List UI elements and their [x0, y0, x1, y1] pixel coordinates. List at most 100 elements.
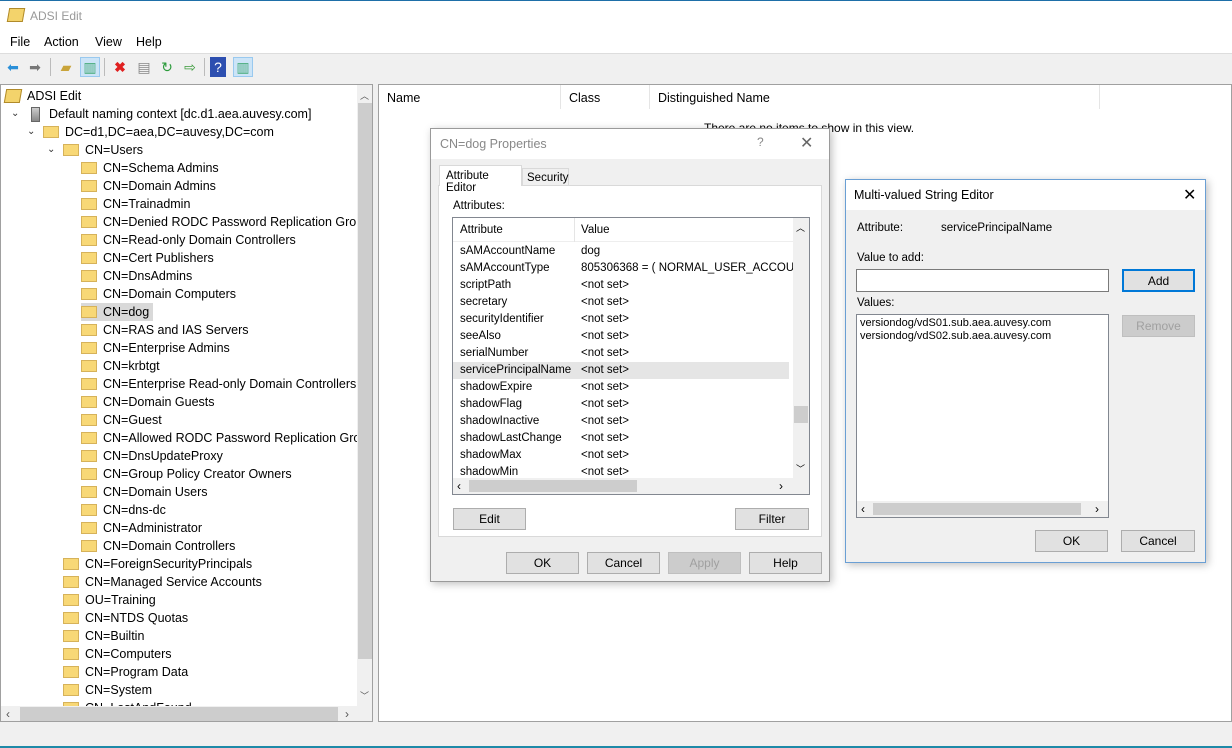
tree-node[interactable]: CN=krbtgt: [81, 357, 164, 375]
tree-node[interactable]: CN=Allowed RODC Password Replication Gro…: [81, 429, 372, 447]
tree-node[interactable]: CN=dog: [81, 303, 154, 321]
column-header-dn[interactable]: Distinguished Name: [650, 85, 1100, 109]
tree-node[interactable]: CN=NTDS Quotas: [63, 609, 192, 627]
tree-node[interactable]: CN=Domain Users: [81, 483, 212, 501]
tree-node[interactable]: CN=Domain Controllers: [81, 537, 239, 555]
remove-button[interactable]: Remove: [1122, 315, 1195, 337]
cancel-button[interactable]: Cancel: [1121, 530, 1195, 552]
tree-node[interactable]: CN=Builtin: [63, 627, 148, 645]
tree-node[interactable]: CN=Enterprise Admins: [81, 339, 234, 357]
forward-icon[interactable]: ➡: [25, 57, 45, 77]
add-button[interactable]: Add: [1122, 269, 1195, 292]
tree-node[interactable]: CN=Domain Computers: [81, 285, 240, 303]
tree-node[interactable]: CN=Enterprise Read-only Domain Controlle…: [81, 375, 360, 393]
tree-node[interactable]: CN=Users: [63, 141, 147, 159]
tree-node-label: CN=Managed Service Accounts: [85, 575, 262, 589]
attributes-vertical-scrollbar[interactable]: ︿ ﹀: [793, 218, 809, 478]
tree-node[interactable]: CN=System: [63, 681, 156, 699]
help-button[interactable]: ?: [757, 135, 764, 149]
tree-node[interactable]: CN=Read-only Domain Controllers: [81, 231, 300, 249]
ok-button[interactable]: OK: [506, 552, 579, 574]
attribute-row[interactable]: shadowMax <not set>: [453, 447, 789, 464]
attribute-row[interactable]: sAMAccountName dog: [453, 243, 789, 260]
attribute-row[interactable]: shadowLastChange <not set>: [453, 430, 789, 447]
tree-node[interactable]: CN=Domain Admins: [81, 177, 220, 195]
value-to-add-input[interactable]: [856, 269, 1109, 292]
tree-node[interactable]: CN=Administrator: [81, 519, 206, 537]
tree-node[interactable]: CN=Group Policy Creator Owners: [81, 465, 296, 483]
value-item[interactable]: versiondog/vdS02.sub.aea.auvesy.com: [860, 330, 1108, 347]
tree-node[interactable]: CN=Program Data: [63, 663, 192, 681]
menu-view[interactable]: View: [95, 35, 122, 49]
attribute-row[interactable]: seeAlso <not set>: [453, 328, 789, 345]
column-header-value[interactable]: Value: [581, 224, 610, 236]
attribute-row[interactable]: secretary <not set>: [453, 294, 789, 311]
tree-node[interactable]: CN=Managed Service Accounts: [63, 573, 266, 591]
tab-attribute-editor[interactable]: Attribute Editor: [439, 165, 522, 194]
expand-chevron-icon[interactable]: ⌄: [47, 144, 55, 155]
tree-node[interactable]: CN=Denied RODC Password Replication Grou…: [81, 213, 372, 231]
tree-node[interactable]: CN=dns-dc: [81, 501, 170, 519]
tree-node[interactable]: CN=Schema Admins: [81, 159, 223, 177]
attribute-row[interactable]: servicePrincipalName <not set>: [453, 362, 789, 379]
attribute-row[interactable]: shadowInactive <not set>: [453, 413, 789, 430]
tree-horizontal-scrollbar[interactable]: ‹ ›: [1, 706, 372, 721]
column-header-attribute[interactable]: Attribute: [460, 224, 503, 236]
tree-node[interactable]: CN=Cert Publishers: [81, 249, 218, 267]
tree-node[interactable]: CN=ForeignSecurityPrincipals: [63, 555, 256, 573]
tree-vertical-scrollbar[interactable]: ︿ ﹀: [357, 85, 372, 706]
delete-icon[interactable]: ✖: [110, 57, 130, 77]
ok-button[interactable]: OK: [1035, 530, 1108, 552]
attribute-row[interactable]: securityIdentifier <not set>: [453, 311, 789, 328]
tree-node[interactable]: CN=Guest: [81, 411, 166, 429]
attribute-row[interactable]: shadowFlag <not set>: [453, 396, 789, 413]
show-hide-action-pane-icon[interactable]: ▥: [233, 57, 253, 77]
attribute-row[interactable]: scriptPath <not set>: [453, 277, 789, 294]
menu-help[interactable]: Help: [136, 35, 162, 49]
attribute-row[interactable]: shadowExpire <not set>: [453, 379, 789, 396]
tree-node[interactable]: CN=Trainadmin: [81, 195, 194, 213]
help-button[interactable]: Help: [749, 552, 822, 574]
expand-chevron-icon[interactable]: ⌄: [11, 108, 19, 119]
tree-node[interactable]: CN=RAS and IAS Servers: [81, 321, 253, 339]
close-icon[interactable]: ✕: [1183, 185, 1196, 205]
attribute-row[interactable]: serialNumber <not set>: [453, 345, 789, 362]
filter-button[interactable]: Filter: [735, 508, 809, 530]
export-list-icon[interactable]: ⇨: [180, 57, 200, 77]
scroll-thumb[interactable]: [873, 503, 1081, 515]
tab-security[interactable]: Security: [522, 168, 569, 186]
back-icon[interactable]: ⬅: [3, 57, 23, 77]
scroll-thumb[interactable]: [794, 406, 808, 423]
scroll-thumb[interactable]: [469, 480, 637, 492]
edit-button[interactable]: Edit: [453, 508, 526, 530]
scroll-thumb[interactable]: [20, 707, 338, 721]
tree-node-label: CN=System: [85, 683, 153, 697]
tree-node[interactable]: OU=Training: [63, 591, 160, 609]
close-icon[interactable]: ✕: [800, 133, 813, 153]
show-hide-console-tree-icon[interactable]: ▥: [80, 57, 100, 77]
refresh-icon[interactable]: ↻: [157, 57, 177, 77]
attributes-horizontal-scrollbar[interactable]: ‹ ›: [453, 478, 809, 494]
folder-icon: [81, 342, 97, 354]
menu-action[interactable]: Action: [44, 35, 79, 49]
scroll-thumb[interactable]: [358, 103, 372, 659]
cancel-button[interactable]: Cancel: [587, 552, 660, 574]
tree-node[interactable]: ADSI Edit: [3, 87, 85, 105]
tree-node[interactable]: CN=Domain Guests: [81, 393, 219, 411]
tree-node[interactable]: CN=Computers: [63, 645, 176, 663]
apply-button[interactable]: Apply: [668, 552, 741, 574]
values-horizontal-scrollbar[interactable]: ‹ ›: [857, 501, 1108, 517]
column-header-name[interactable]: Name: [379, 85, 561, 109]
tree-node[interactable]: CN=DnsAdmins: [81, 267, 196, 285]
tree-node[interactable]: DC=d1,DC=aea,DC=auvesy,DC=com: [43, 123, 278, 141]
up-folder-icon[interactable]: ▰: [56, 57, 76, 77]
properties-icon[interactable]: ▤: [134, 57, 154, 77]
attribute-row[interactable]: sAMAccountType 805306368 = ( NORMAL_USER_…: [453, 260, 809, 277]
help-icon[interactable]: ?: [210, 57, 226, 77]
expand-chevron-icon[interactable]: ⌄: [27, 126, 35, 137]
attribute-value: <not set>: [581, 432, 629, 444]
tree-node[interactable]: Default naming context [dc.d1.aea.auvesy…: [27, 105, 315, 123]
menu-file[interactable]: File: [10, 35, 30, 49]
tree-node[interactable]: CN=DnsUpdateProxy: [81, 447, 227, 465]
column-header-class[interactable]: Class: [561, 85, 650, 109]
